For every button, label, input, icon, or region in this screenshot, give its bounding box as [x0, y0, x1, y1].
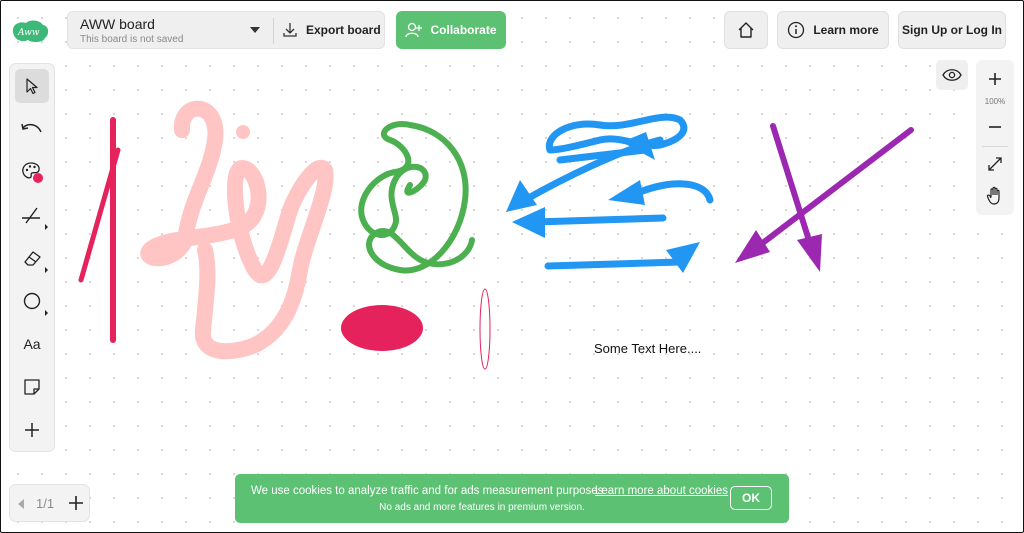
tools-panel: Aa [9, 63, 55, 452]
submenu-indicator [45, 267, 48, 273]
zoom-level: 100% [984, 97, 1006, 106]
eraser-tool-button[interactable] [15, 241, 49, 275]
pink-outline-ellipse[interactable] [479, 288, 491, 370]
green-spiral-stroke[interactable] [358, 121, 475, 274]
red-filled-ellipse[interactable] [341, 305, 423, 351]
blue-arrow-3[interactable] [636, 180, 714, 204]
add-tool-button[interactable] [15, 413, 49, 447]
blue-arrowhead-5[interactable] [666, 242, 700, 273]
blue-arrowhead-4[interactable] [512, 207, 545, 238]
pen-tool-button[interactable] [15, 198, 49, 232]
pink-scribble-stroke[interactable] [140, 100, 334, 360]
submenu-indicator [45, 310, 48, 316]
add-page-icon[interactable] [66, 493, 86, 513]
pink-dot-stroke[interactable] [236, 125, 250, 139]
previous-page-icon[interactable] [18, 499, 24, 509]
zoom-out-button[interactable] [976, 114, 1014, 140]
board-selector[interactable]: AWW board This board is not saved Export… [67, 11, 385, 49]
blue-arrowhead-3[interactable] [608, 180, 645, 205]
purple-arrowhead-1[interactable] [797, 234, 822, 272]
eraser-icon [24, 251, 41, 266]
page-indicator: 1/1 [36, 496, 55, 511]
sticky-note-icon [24, 379, 40, 395]
board-title: AWW board [80, 16, 155, 32]
board-save-status: This board is not saved [80, 34, 184, 45]
view-mode-button[interactable] [936, 60, 968, 90]
sticky-note-button[interactable] [15, 370, 49, 404]
cursor-arrow-icon [26, 78, 38, 95]
page-navigator: 1/1 [9, 484, 90, 522]
cookie-learn-more-link[interactable]: Learn more about cookies [595, 485, 728, 497]
collaborate-button[interactable]: Collaborate [396, 11, 506, 49]
purple-arrowhead-2[interactable] [735, 230, 770, 263]
home-button[interactable] [724, 11, 768, 49]
export-board-label: Export board [306, 23, 381, 37]
collaborate-label: Collaborate [430, 23, 497, 37]
aww-logo[interactable]: Aww [10, 18, 50, 44]
hand-icon [986, 186, 1000, 205]
learn-more-label: Learn more [813, 23, 879, 37]
select-tool-button[interactable] [15, 69, 49, 103]
whiteboard-canvas[interactable] [0, 0, 1024, 533]
cookie-ok-button[interactable]: OK [730, 486, 772, 510]
plus-icon [25, 423, 39, 437]
blue-arrow-4[interactable] [531, 214, 667, 226]
blue-arrow-5[interactable] [544, 258, 684, 270]
plus-icon [989, 73, 1001, 85]
sign-up-login-button[interactable]: Sign Up or Log In [898, 11, 1006, 49]
pen-line-icon [22, 207, 40, 224]
fit-to-screen-button[interactable] [976, 152, 1014, 176]
logo-text: Aww [17, 28, 40, 38]
zoom-in-button[interactable] [976, 66, 1014, 92]
eye-icon [942, 69, 962, 81]
sign-up-login-label: Sign Up or Log In [902, 23, 1002, 37]
learn-more-button[interactable]: Learn more [777, 11, 889, 49]
zoom-controls: 100% [976, 60, 1014, 215]
minus-icon [989, 126, 1001, 128]
pan-tool-button[interactable] [976, 183, 1014, 209]
circle-shape-icon [23, 292, 41, 310]
divider [982, 146, 1008, 147]
text-tool-label: Aa [23, 336, 41, 352]
canvas-text-note[interactable]: Some Text Here.... [594, 341, 701, 356]
info-icon [788, 21, 805, 39]
export-board-button[interactable]: Export board [282, 12, 381, 48]
chevron-down-icon[interactable] [250, 27, 260, 33]
palette-icon [22, 162, 43, 183]
blue-curve-stroke[interactable] [545, 113, 688, 154]
download-icon [283, 23, 297, 37]
submenu-indicator [45, 224, 48, 230]
expand-icon [988, 157, 1002, 171]
text-tool-button[interactable]: Aa [15, 327, 49, 361]
add-user-icon [405, 22, 423, 38]
premium-note: No ads and more features in premium vers… [379, 502, 585, 513]
color-palette-button[interactable] [15, 155, 49, 189]
cookie-banner: We use cookies to analyze traffic and fo… [235, 474, 789, 523]
undo-icon [21, 123, 42, 133]
home-icon [738, 22, 754, 38]
divider [273, 18, 274, 44]
undo-button[interactable] [15, 112, 49, 146]
cookie-message: We use cookies to analyze traffic and fo… [251, 485, 604, 497]
shape-tool-button[interactable] [15, 284, 49, 318]
